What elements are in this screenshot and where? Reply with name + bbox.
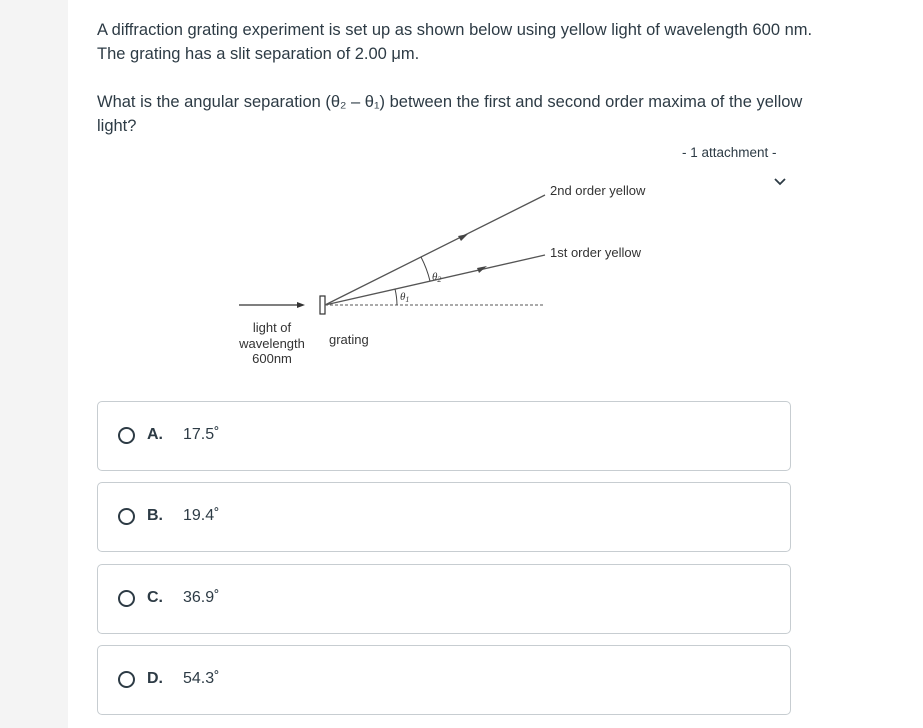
second-order-arrowhead (458, 234, 468, 241)
chevron-down-icon[interactable] (772, 175, 788, 189)
option-d[interactable]: D. 54.3˚ (97, 645, 791, 715)
radio-a[interactable] (118, 427, 135, 444)
question-stem-2: What is the angular separation (θ₂ – θ₁)… (97, 93, 803, 135)
option-a-letter: A. (147, 426, 163, 443)
diffraction-diagram: θ1 θ2 2nd order yellow 1st order yellow … (238, 183, 646, 366)
incoming-arrowhead (297, 302, 305, 308)
radio-b[interactable] (118, 508, 135, 525)
question-stem-1: A diffraction grating experiment is set … (97, 21, 813, 63)
light-label-3: 600nm (252, 351, 292, 366)
theta1-arc (394, 288, 398, 306)
option-b[interactable]: B. 19.4˚ (97, 482, 791, 552)
second-order-label: 2nd order yellow (550, 183, 646, 198)
light-label-2: wavelength (238, 336, 305, 351)
first-order-label: 1st order yellow (550, 245, 642, 260)
option-c-letter: C. (147, 589, 163, 606)
radio-c[interactable] (118, 590, 135, 607)
option-c-value: 36.9˚ (183, 589, 220, 606)
theta1-label: θ1 (400, 291, 409, 304)
theta2-arc (420, 256, 431, 282)
option-d-letter: D. (147, 670, 163, 687)
option-d-value: 54.3˚ (183, 670, 220, 687)
second-order-ray (324, 194, 546, 306)
option-b-value: 19.4˚ (183, 507, 220, 524)
option-b-letter: B. (147, 507, 163, 524)
first-order-arrowhead (477, 266, 487, 273)
attachment-label: - 1 attachment - (682, 145, 777, 160)
light-label-1: light of (253, 320, 292, 335)
option-a[interactable]: A. 17.5˚ (97, 401, 791, 471)
radio-d[interactable] (118, 671, 135, 688)
option-a-value: 17.5˚ (183, 426, 220, 443)
grating-label: grating (329, 332, 369, 347)
option-c[interactable]: C. 36.9˚ (97, 564, 791, 634)
grating-shape (319, 295, 326, 315)
theta2-label: θ2 (432, 271, 441, 284)
